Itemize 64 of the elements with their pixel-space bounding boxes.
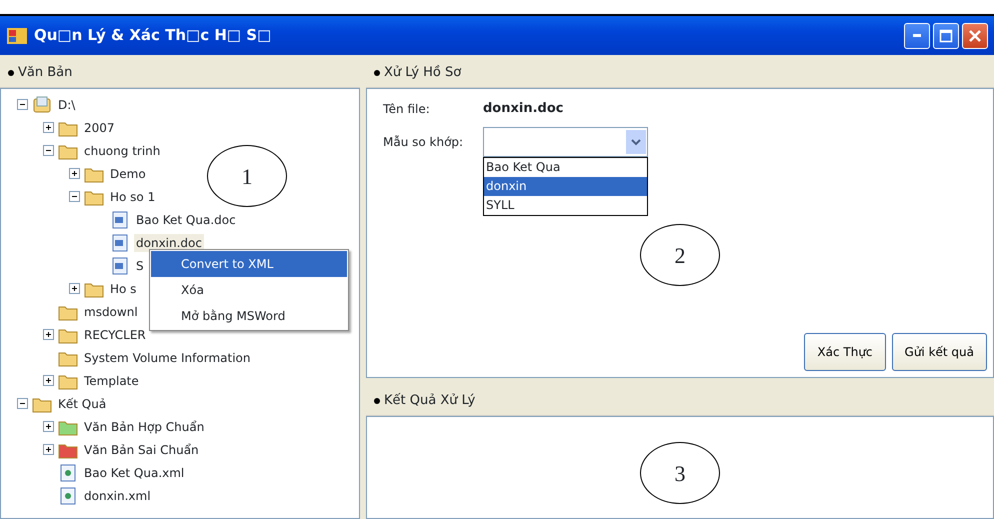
minimize-icon [913,34,921,37]
tree-item[interactable]: Template [82,372,141,390]
menu-item[interactable]: Convert to XML [151,251,347,277]
tree-item[interactable]: S [134,256,146,274]
tree-item[interactable]: Ho so 1 [108,188,158,206]
maximize-button[interactable] [933,22,959,48]
tree-item[interactable]: Demo [108,164,148,182]
close-button[interactable] [962,22,988,48]
tree-item[interactable]: Kết Quả [56,394,108,412]
tree-item[interactable]: System Volume Information [82,348,252,366]
xml-file-icon [58,486,78,504]
expand-icon[interactable] [43,421,54,432]
action-button[interactable]: Gửi kết quả [892,333,987,371]
tree-item[interactable]: donxin.xml [82,486,153,504]
app-icon [6,26,28,46]
tree-item[interactable]: msdownl [82,302,140,320]
maximize-icon [939,28,953,42]
field-label: Tên file: [383,100,431,118]
expand-icon[interactable] [43,375,54,386]
minimize-button[interactable] [904,22,930,48]
bullet-icon [8,70,14,76]
dropdown-option[interactable]: donxin [484,176,647,196]
tree-item[interactable]: donxin.doc [134,234,204,252]
tree-item[interactable]: Văn Bản Sai Chuẩn [82,440,201,458]
field-label: Mẫu so khớp: [383,134,464,150]
bullet-icon [374,398,380,404]
dropdown-option[interactable]: SYLL [484,196,647,214]
collapse-icon[interactable] [69,191,80,202]
expand-icon[interactable] [43,444,54,455]
tree-item[interactable]: Ho s [108,280,138,298]
expand-icon[interactable] [69,283,80,294]
tree-item[interactable]: chuong trinh [82,142,162,160]
close-icon [968,28,982,42]
panel-title: Xử Lý Hồ Sơ [384,64,462,82]
menu-item[interactable]: Mở bằng MSWord [151,303,347,329]
dropdown-option[interactable]: Bao Ket Qua [484,158,647,176]
bullet-icon [374,70,380,76]
expand-icon[interactable] [43,122,54,133]
tree-item[interactable]: RECYCLER [82,326,148,344]
panel-title: Văn Bản [18,64,72,82]
drive-icon [32,96,52,114]
tree-item[interactable]: D:\ [56,96,78,114]
expand-icon[interactable] [69,168,80,179]
annotation-circle: 1 [207,145,287,207]
panel-title: Kết Quả Xử Lý [384,392,476,410]
annotation-circle: 2 [640,224,720,286]
tree-item[interactable]: Bao Ket Qua.doc [134,210,238,228]
collapse-icon[interactable] [43,145,54,156]
document-icon [110,256,130,274]
window-title: Qu□n Lý & Xác Th□c H□ S□ [34,25,272,46]
tree-item[interactable]: Văn Bản Hợp Chuẩn [82,418,206,436]
tree-item[interactable]: Bao Ket Qua.xml [82,464,186,482]
xml-file-icon [58,464,78,482]
document-icon [110,234,130,252]
annotation-circle: 3 [640,442,720,504]
collapse-icon[interactable] [17,398,28,409]
tree-item[interactable]: 2007 [82,118,117,136]
collapse-icon[interactable] [17,99,28,110]
file-name: donxin.doc [483,100,564,118]
expand-icon[interactable] [43,329,54,340]
template-dropdown[interactable] [483,126,648,156]
document-icon [110,210,130,228]
menu-item[interactable]: Xóa [151,277,347,303]
action-button[interactable]: Xác Thực [804,333,886,371]
